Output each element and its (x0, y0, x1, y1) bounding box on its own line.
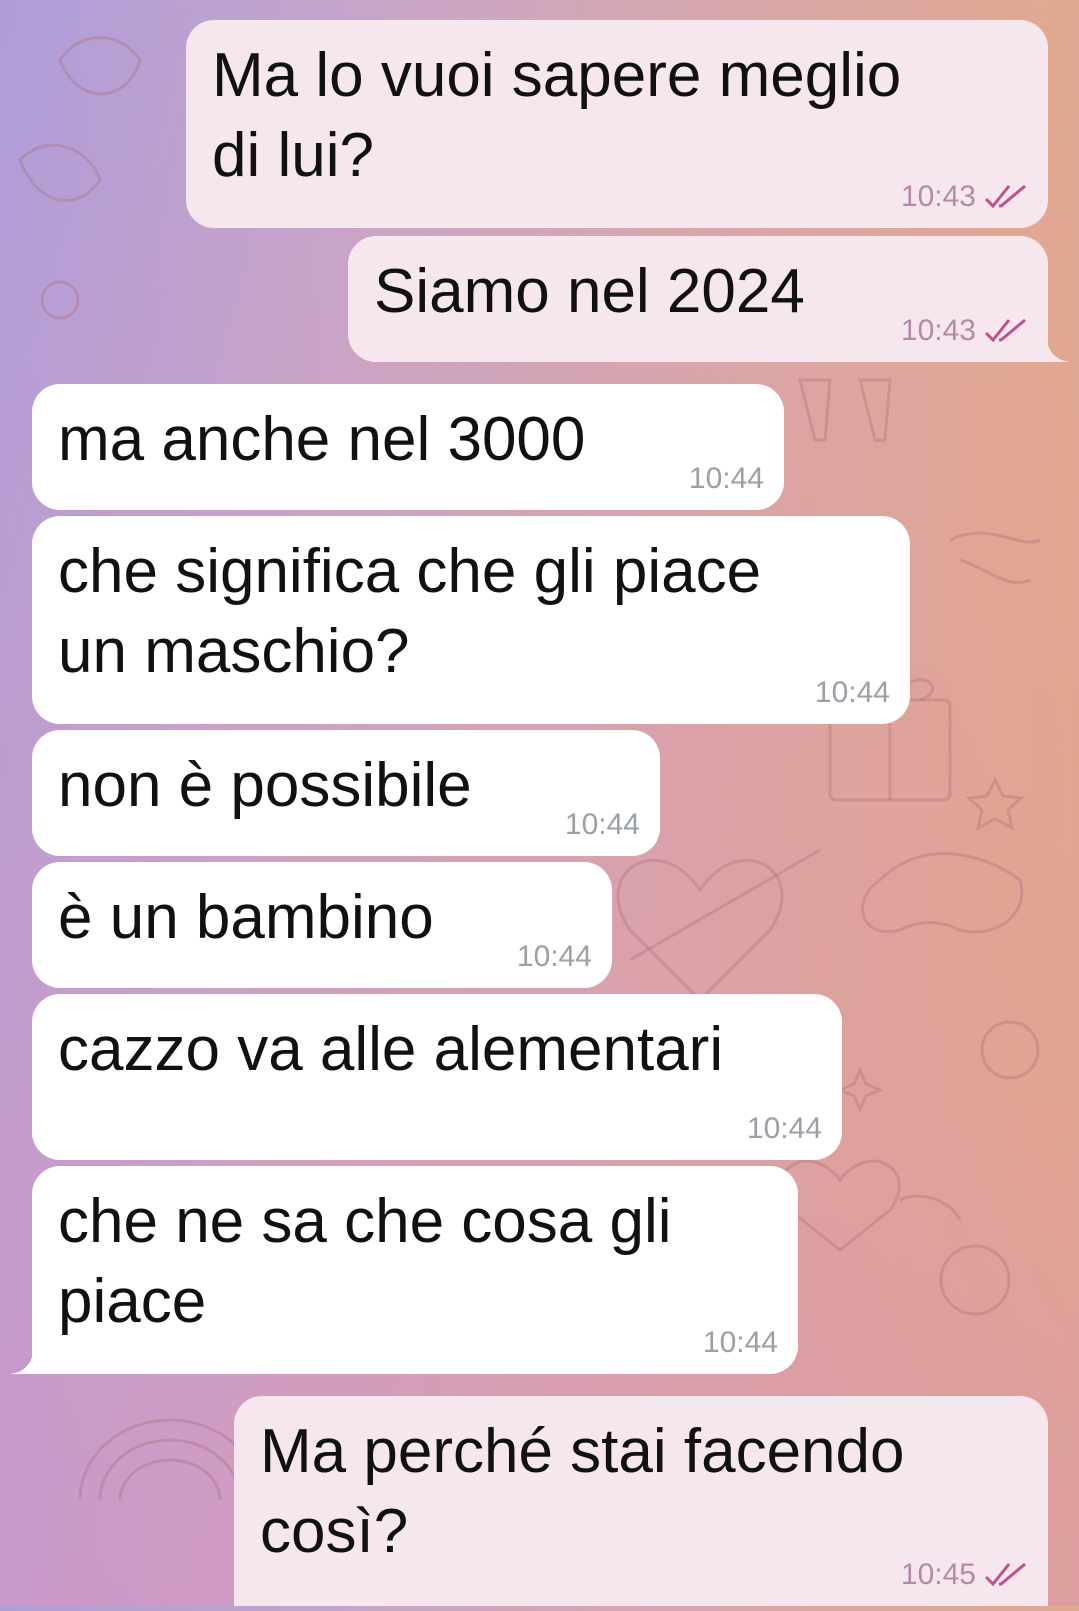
message-text: che significa che gli piace un maschio? (58, 537, 762, 686)
message-meta: 10:43 (901, 314, 1028, 348)
message-time: 10:43 (900, 314, 976, 347)
message-text: Ma lo vuoi sapere meglio di lui? (212, 41, 902, 190)
message-text: cazzo va alle alementari (58, 1015, 724, 1084)
message-bubble-incoming[interactable]: cazzo va alle alementari 10:44 (32, 994, 842, 1160)
message-time: 10:44 (702, 1326, 778, 1359)
message-bubble-incoming[interactable]: non è possibile 10:44 (32, 730, 660, 856)
double-check-icon (984, 318, 1026, 343)
message-bubble-outgoing[interactable]: Siamo nel 2024 10:43 (348, 236, 1048, 362)
bubble-tail (1046, 338, 1070, 362)
message-text: che ne sa che cosa gli piace (58, 1187, 672, 1336)
message-time: 10:43 (900, 180, 976, 213)
message-meta: 10:44 (517, 940, 592, 974)
message-bubble-outgoing[interactable]: Ma lo vuoi sapere meglio di lui? 10:43 (186, 20, 1048, 228)
message-text: ma anche nel 3000 (58, 405, 586, 474)
message-time: 10:45 (900, 1558, 976, 1591)
message-bubble-incoming[interactable]: è un bambino 10:44 (32, 862, 612, 988)
message-bubble-outgoing[interactable]: Ma perché stai facendo così? 10:45 (234, 1396, 1048, 1606)
message-meta: 10:45 (901, 1558, 1028, 1592)
message-time: 10:44 (746, 1112, 822, 1145)
message-meta: 10:44 (703, 1326, 778, 1360)
message-time: 10:44 (814, 676, 890, 709)
bubble-tail (10, 1350, 34, 1374)
double-check-icon (984, 184, 1026, 209)
message-meta: 10:44 (747, 1112, 822, 1146)
message-meta: 10:43 (901, 180, 1028, 214)
message-text: non è possibile (58, 751, 472, 820)
message-time: 10:44 (688, 462, 764, 495)
message-bubble-incoming[interactable]: che ne sa che cosa gli piace 10:44 (32, 1166, 798, 1374)
message-bubble-incoming[interactable]: ma anche nel 3000 10:44 (32, 384, 784, 510)
message-text: Siamo nel 2024 (374, 257, 805, 326)
message-bubble-incoming[interactable]: che significa che gli piace un maschio? … (32, 516, 910, 724)
message-meta: 10:44 (565, 808, 640, 842)
message-text: Ma perché stai facendo così? (260, 1417, 905, 1566)
double-check-icon (984, 1562, 1026, 1587)
message-meta: 10:44 (689, 462, 764, 496)
message-time: 10:44 (516, 940, 592, 973)
message-text: è un bambino (58, 883, 434, 952)
message-meta: 10:44 (815, 676, 890, 710)
message-time: 10:44 (564, 808, 640, 841)
